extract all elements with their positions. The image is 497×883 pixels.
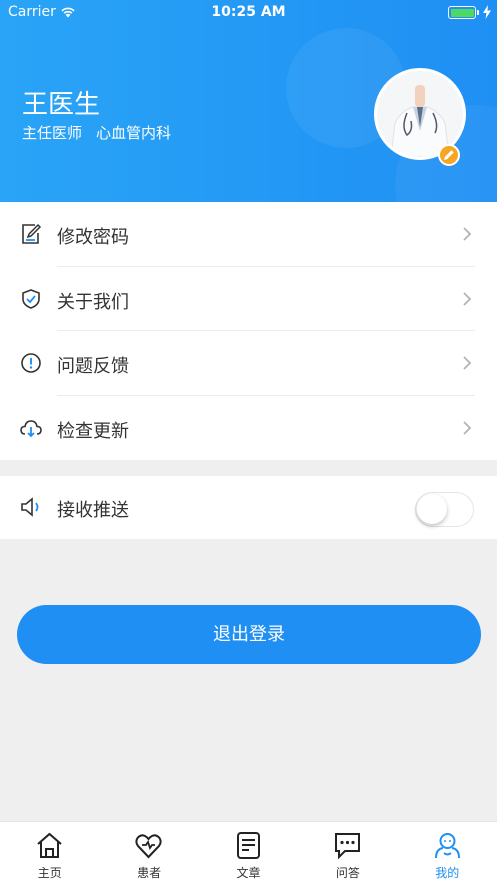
tab-home[interactable]: 主页 [0,822,99,883]
doctor-name: 王医生 [22,90,101,120]
menu-item-label: 修改密码 [57,227,129,248]
tab-bar: 主页 患者 文章 问答 我的 [0,821,497,883]
menu-item-feedback[interactable]: 问题反馈 [0,331,497,396]
article-icon [236,832,260,859]
push-notification-row: 接收推送 [0,476,497,539]
tab-label: 我的 [435,866,460,880]
cloud-download-icon [20,419,42,437]
push-toggle[interactable] [415,492,474,527]
menu-item-label: 问题反馈 [57,356,129,377]
battery-icon [448,6,476,19]
menu-item-change-password[interactable]: 修改密码 [0,202,497,267]
alert-icon [21,353,41,373]
menu-item-check-update[interactable]: 检查更新 [0,396,497,461]
chat-icon [335,833,361,860]
home-icon [37,832,62,858]
menu-item-label: 关于我们 [57,291,129,313]
status-bar: Carrier 10:25 AM [0,0,497,26]
tab-label: 患者 [137,866,162,880]
menu-item-about-us[interactable]: 关于我们 [0,267,497,331]
push-label: 接收推送 [57,500,129,521]
edit-icon [22,223,42,244]
tab-mine[interactable]: 我的 [398,822,497,883]
heart-icon [135,834,163,859]
profile-icon [434,833,460,859]
tab-label: 文章 [236,866,261,880]
tab-label: 主页 [37,866,62,880]
menu-item-label: 检查更新 [57,420,129,442]
battery-tip [477,10,479,15]
shield-icon [22,288,40,309]
profile-header: Carrier 10:25 AM 王医生 主任医师 心血管内科 [0,0,497,202]
doctor-department: 心血管内科 [96,124,172,142]
speaker-icon [21,497,39,517]
edit-avatar-button[interactable] [438,144,460,166]
pencil-icon [444,150,454,160]
logout-button[interactable]: 退出登录 [17,605,481,664]
tab-articles[interactable]: 文章 [199,822,298,883]
chevron-right-icon [463,291,472,306]
doctor-position: 主任医师 心血管内科 [22,122,171,143]
settings-menu: 修改密码 关于我们 问题反馈 检查更新 [0,202,497,460]
doctor-title: 主任医师 [22,124,83,142]
chevron-right-icon [463,227,472,241]
toggle-knob [417,494,447,524]
chevron-right-icon [463,356,472,370]
tab-label: 问答 [335,866,360,880]
chevron-right-icon [463,420,472,435]
tab-qa[interactable]: 问答 [298,822,397,883]
charging-icon [483,5,491,19]
tab-patients[interactable]: 患者 [99,822,198,883]
clock: 10:25 AM [211,4,286,20]
